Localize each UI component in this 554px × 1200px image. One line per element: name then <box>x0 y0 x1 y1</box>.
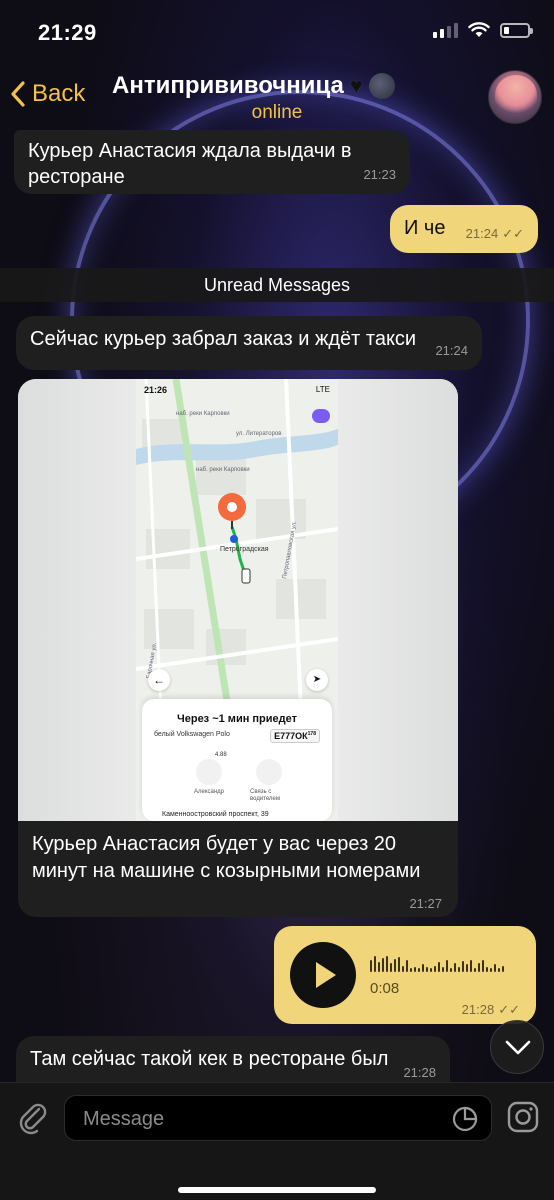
screenshot-back-icon: ← <box>148 669 170 691</box>
screenshot-status-time: 21:26 <box>144 385 168 395</box>
read-checkmarks-icon: ✓✓ <box>498 1002 520 1017</box>
avatar[interactable] <box>488 70 542 124</box>
status-bar: 21:29 <box>0 0 554 66</box>
paperclip-icon[interactable] <box>18 1099 48 1135</box>
voice-message[interactable]: 0:08 21:28 ✓✓ <box>274 926 536 1024</box>
screenshot-locate-icon: ➤ <box>306 669 328 691</box>
message-text: И че <box>404 217 446 239</box>
signal-icon <box>433 22 458 38</box>
map-station-label: Петроградская <box>220 546 269 553</box>
message-time: 21:24 <box>435 343 468 358</box>
message-input-placeholder: Message <box>83 1108 165 1130</box>
screenshot-address: Каменноостровский проспект, 39 <box>162 811 269 818</box>
screenshot-phone-icon <box>256 759 282 785</box>
instagram-camera-icon[interactable] <box>506 1100 540 1134</box>
chat-title-text: Антипрививочница <box>112 72 344 99</box>
screenshot-driver-name: Александр <box>194 789 225 795</box>
home-indicator <box>178 1187 376 1193</box>
new-moon-face-icon <box>368 73 395 99</box>
photo-caption: Курьер Анастасия будет у вас через 20 ми… <box>32 833 421 882</box>
message-time: 21:27 <box>409 896 442 911</box>
screenshot-network: LTE <box>315 385 330 394</box>
voice-waveform[interactable] <box>370 954 504 972</box>
map-street-label: ул. Литераторов <box>236 431 281 437</box>
message-bubble-incoming[interactable]: Там сейчас такой кек в ресторане был 21:… <box>16 1036 450 1084</box>
message-composer: Message <box>0 1082 554 1200</box>
screenshot-car: белый Volkswagen Polo <box>154 731 230 738</box>
play-icon[interactable] <box>290 942 356 1008</box>
map-street-label: наб. реки Карповки <box>196 467 250 473</box>
message-bubble-incoming[interactable]: Сейчас курьер забрал заказ и ждёт такси … <box>16 316 482 370</box>
screenshot-rating: 4.88 <box>215 752 227 758</box>
scroll-to-bottom-button[interactable] <box>490 1020 544 1074</box>
photo-attachment[interactable]: наб. реки Карповки ул. Литераторов наб. … <box>18 379 458 821</box>
chat-status: online <box>251 102 303 123</box>
chat-header: Back Антипрививочница ♥ online <box>0 66 554 130</box>
unread-messages-divider: Unread Messages <box>0 268 554 302</box>
black-heart-icon: ♥ <box>349 73 363 98</box>
taxi-app-screenshot: наб. реки Карповки ул. Литераторов наб. … <box>136 379 338 821</box>
message-time: 21:23 <box>363 167 396 182</box>
screenshot-eta: Через ~1 мин приедет <box>177 713 297 725</box>
message-bubble-outgoing[interactable]: И че 21:24 ✓✓ <box>390 205 538 253</box>
message-text: Сейчас курьер забрал заказ и ждёт такси <box>30 328 417 350</box>
screenshot-plate: Е777ОК178 <box>270 729 320 743</box>
message-text: Там сейчас такой кек в ресторане был <box>30 1048 389 1070</box>
message-time: 21:28 ✓✓ <box>461 1002 520 1017</box>
wifi-icon <box>468 22 490 37</box>
screenshot-ride-card: Через ~1 мин приедет белый Volkswagen Po… <box>142 699 332 821</box>
photo-message[interactable]: наб. реки Карповки ул. Литераторов наб. … <box>18 379 458 917</box>
voice-duration: 0:08 <box>370 980 400 997</box>
message-text: Курьер Анастасия ждала выдачи в ресторан… <box>28 140 352 188</box>
status-time: 21:29 <box>38 20 97 45</box>
sticker-icon[interactable] <box>451 1105 479 1133</box>
battery-icon <box>500 22 533 38</box>
status-icons <box>433 22 533 38</box>
message-bubble-incoming[interactable]: Курьер Анастасия ждала выдачи в ресторан… <box>14 130 410 194</box>
screenshot-call-label: Связь с водителем <box>250 789 280 802</box>
map-street-label: наб. реки Карповки <box>176 411 230 417</box>
read-checkmarks-icon: ✓✓ <box>502 226 524 241</box>
chat-title[interactable]: Антипрививочница ♥ <box>112 72 395 100</box>
chevron-down-icon <box>505 1040 531 1055</box>
message-input[interactable]: Message <box>64 1095 492 1141</box>
screenshot-driver-icon <box>196 759 222 785</box>
message-time: 21:24 ✓✓ <box>465 226 524 241</box>
